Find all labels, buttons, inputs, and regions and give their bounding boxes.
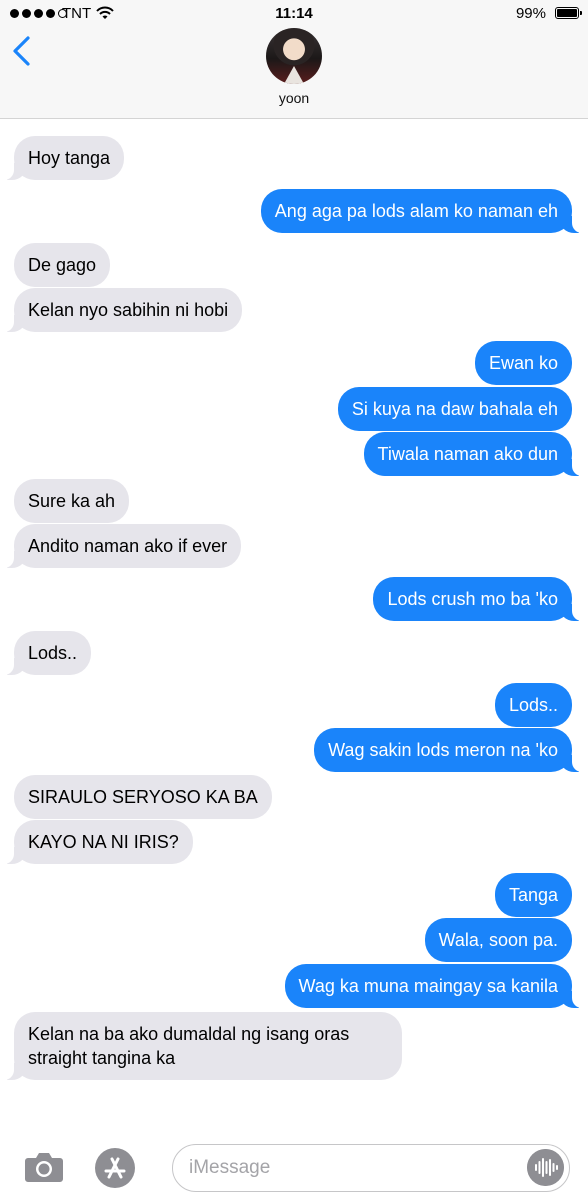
outgoing-message[interactable]: Wala, soon pa. <box>424 918 572 962</box>
incoming-message[interactable]: Kelan nyo sabihin ni hobi <box>3 288 243 332</box>
outgoing-message[interactable]: Lods.. <box>494 683 572 727</box>
outgoing-message[interactable]: Wag sakin lods meron na 'ko <box>314 728 582 772</box>
conversation-header: TNT 11:14 99% yoon <box>0 0 588 119</box>
outgoing-message[interactable]: Tiwala naman ako dun <box>363 432 583 476</box>
app-store-icon[interactable] <box>94 1147 136 1189</box>
chevron-left-icon[interactable] <box>8 34 38 68</box>
outgoing-message[interactable]: Tanga <box>494 873 572 917</box>
incoming-message[interactable]: Hoy tanga <box>3 136 125 180</box>
message-input-placeholder: iMessage <box>189 1157 271 1178</box>
incoming-message[interactable]: Sure ka ah <box>14 479 130 523</box>
message-input[interactable]: iMessage <box>172 1144 570 1192</box>
outgoing-message[interactable]: Si kuya na daw bahala eh <box>337 387 572 431</box>
outgoing-message[interactable]: Wag ka muna maingay sa kanila <box>284 964 583 1008</box>
incoming-message[interactable]: SIRAULO SERYOSO KA BA <box>14 775 272 819</box>
incoming-message[interactable]: Andito naman ako if ever <box>3 524 242 568</box>
battery-percentage: 99% <box>515 5 546 22</box>
incoming-message[interactable]: De gago <box>14 243 111 287</box>
incoming-message[interactable]: Lods.. <box>3 631 92 675</box>
outgoing-message[interactable]: Ewan ko <box>474 341 572 385</box>
contact-avatar[interactable] <box>266 28 322 84</box>
status-bar: TNT 11:14 99% <box>0 0 588 28</box>
battery-icon <box>555 7 582 19</box>
clock: 11:14 <box>275 5 313 22</box>
contact-name[interactable]: yoon <box>0 90 588 106</box>
outgoing-message[interactable]: Ang aga pa lods alam ko naman eh <box>260 189 583 233</box>
outgoing-message[interactable]: Lods crush mo ba 'ko <box>373 577 582 621</box>
incoming-message[interactable]: Kelan na ba ako dumaldal ng isang oras s… <box>4 1012 402 1080</box>
incoming-message[interactable]: KAYO NA NI IRIS? <box>4 820 193 864</box>
camera-icon[interactable] <box>22 1150 66 1184</box>
waveform-icon[interactable] <box>527 1149 564 1186</box>
